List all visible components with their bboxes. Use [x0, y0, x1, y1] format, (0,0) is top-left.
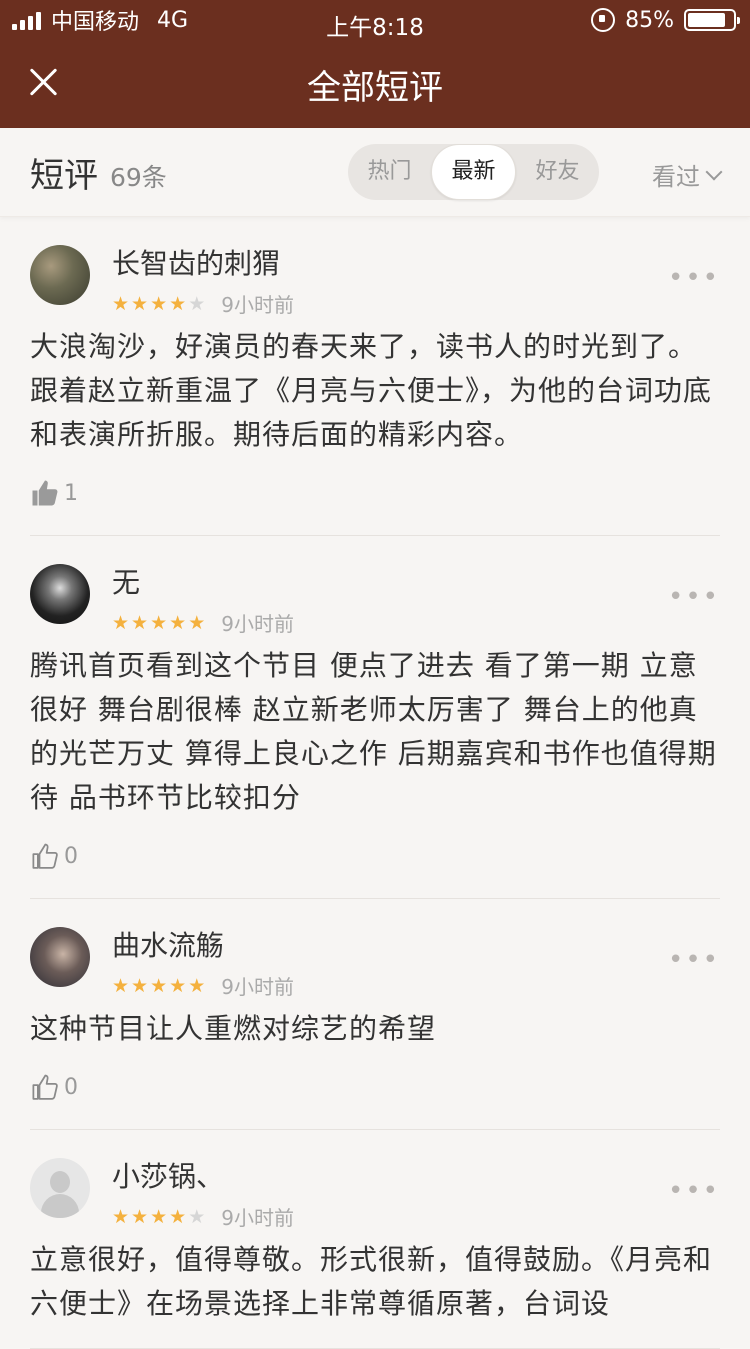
star-icon: ★ — [112, 611, 132, 634]
more-options-icon[interactable]: ••• — [668, 582, 720, 612]
review-header: 小莎锅、 ★★★★★ 9小时前 — [30, 1158, 720, 1230]
star-rating: ★★★★★ — [112, 975, 207, 997]
more-options-icon[interactable]: ••• — [668, 945, 720, 975]
signal-icon — [12, 10, 41, 30]
review-text: 大浪淘沙，好演员的春天来了，读书人的时光到了。跟着赵立新重温了《月亮与六便士》，… — [30, 330, 713, 451]
review-count: 69条 — [110, 163, 167, 192]
star-icon: ★ — [150, 611, 170, 634]
review-item: 长智齿的刺猬 ★★★★★ 9小时前 ••• 大浪淘沙，好演员的春天来了，读书人的… — [30, 217, 720, 536]
review-header: 无 ★★★★★ 9小时前 — [30, 564, 720, 636]
review-item: 曲水流觞 ★★★★★ 9小时前 ••• 这种节目让人重燃对综艺的希望 0 — [30, 899, 720, 1130]
reviewer-name[interactable]: 小莎锅、 — [112, 1160, 294, 1194]
battery-icon — [684, 9, 740, 31]
review-meta: 小莎锅、 ★★★★★ 9小时前 — [112, 1158, 294, 1230]
star-icon: ★ — [112, 974, 132, 997]
star-icon: ★ — [188, 974, 208, 997]
review-meta: 无 ★★★★★ 9小时前 — [112, 564, 294, 636]
star-icon: ★ — [169, 611, 189, 634]
sort-segmented-control: 热门 最新 好友 — [348, 144, 599, 200]
avatar[interactable] — [30, 245, 90, 305]
review-header: 长智齿的刺猬 ★★★★★ 9小时前 — [30, 245, 720, 317]
status-bar: 中国移动 4G 上午8:18 85% — [0, 0, 750, 41]
review-time: 9小时前 — [221, 975, 294, 999]
star-icon: ★ — [169, 974, 189, 997]
section-title: 短评 — [30, 155, 98, 196]
tab-latest[interactable]: 最新 — [431, 144, 516, 200]
like-button[interactable]: 0 — [30, 836, 720, 876]
avatar[interactable] — [30, 1158, 90, 1218]
reviews-toolbar: 短评 69条 热门 最新 好友 看过 — [0, 128, 750, 217]
close-icon[interactable] — [28, 66, 60, 98]
star-icon: ★ — [112, 292, 132, 315]
avatar[interactable] — [30, 564, 90, 624]
review-meta: 长智齿的刺猬 ★★★★★ 9小时前 — [112, 245, 294, 317]
page-title: 全部短评 — [307, 67, 443, 108]
tab-hot[interactable]: 热门 — [348, 145, 431, 199]
thumbs-up-icon — [32, 1074, 58, 1100]
review-text: 腾讯首页看到这个节目 便点了进去 看了第一期 立意很好 舞台剧很棒 赵立新老师太… — [30, 649, 717, 814]
star-rating: ★★★★★ — [112, 1206, 207, 1228]
thumbs-up-icon — [32, 843, 58, 869]
clock: 上午8:18 — [326, 15, 424, 41]
reviewer-name[interactable]: 无 — [112, 566, 294, 600]
rotation-lock-icon — [591, 8, 616, 32]
like-count: 0 — [64, 1074, 78, 1100]
review-time: 9小时前 — [221, 1206, 294, 1230]
carrier: 中国移动 — [51, 10, 140, 35]
star-rating: ★★★★★ — [112, 612, 207, 634]
like-count: 0 — [64, 843, 78, 869]
watched-filter-dropdown[interactable]: 看过 — [652, 157, 723, 192]
title-bar: 全部短评 — [0, 40, 750, 128]
tab-friends[interactable]: 好友 — [516, 145, 599, 199]
review-text: 立意很好，值得尊敬。形式很新，值得鼓励。《月亮和六便士》在场景选择上非常尊循原著… — [30, 1243, 713, 1320]
review-time: 9小时前 — [221, 612, 294, 636]
star-icon: ★ — [188, 611, 208, 634]
star-icon: ★ — [169, 292, 189, 315]
more-options-icon[interactable]: ••• — [668, 1176, 720, 1206]
reviewer-name[interactable]: 曲水流觞 — [112, 929, 294, 963]
review-item: 小莎锅、 ★★★★★ 9小时前 ••• 立意很好，值得尊敬。形式很新，值得鼓励。… — [30, 1130, 720, 1349]
star-icon: ★ — [131, 974, 151, 997]
reviewer-name[interactable]: 长智齿的刺猬 — [112, 247, 294, 281]
review-time: 9小时前 — [221, 293, 294, 317]
star-icon: ★ — [131, 292, 151, 315]
review-list: 长智齿的刺猬 ★★★★★ 9小时前 ••• 大浪淘沙，好演员的春天来了，读书人的… — [0, 217, 750, 1349]
review-text: 这种节目让人重燃对综艺的希望 — [30, 1012, 437, 1045]
star-rating: ★★★★★ — [112, 293, 207, 315]
star-icon: ★ — [188, 1205, 208, 1228]
star-icon: ★ — [150, 974, 170, 997]
chevron-down-icon — [705, 163, 723, 180]
star-icon: ★ — [188, 292, 208, 315]
filter-label: 看过 — [652, 163, 700, 191]
battery-percent: 85% — [625, 7, 674, 33]
star-icon: ★ — [112, 1205, 132, 1228]
like-count: 1 — [64, 480, 78, 506]
review-header: 曲水流觞 ★★★★★ 9小时前 — [30, 927, 720, 999]
like-button[interactable]: 0 — [30, 1067, 720, 1107]
review-item: 无 ★★★★★ 9小时前 ••• 腾讯首页看到这个节目 便点了进去 看了第一期 … — [30, 536, 720, 899]
star-icon: ★ — [150, 292, 170, 315]
star-icon: ★ — [131, 1205, 151, 1228]
star-icon: ★ — [131, 611, 151, 634]
thumbs-up-icon — [32, 480, 58, 506]
star-icon: ★ — [150, 1205, 170, 1228]
more-options-icon[interactable]: ••• — [668, 263, 720, 293]
star-icon: ★ — [169, 1205, 189, 1228]
review-meta: 曲水流觞 ★★★★★ 9小时前 — [112, 927, 294, 999]
network-type: 4G — [157, 7, 189, 33]
like-button[interactable]: 1 — [30, 473, 720, 513]
avatar[interactable] — [30, 927, 90, 987]
app-header: 中国移动 4G 上午8:18 85% 全部短评 — [0, 0, 750, 128]
